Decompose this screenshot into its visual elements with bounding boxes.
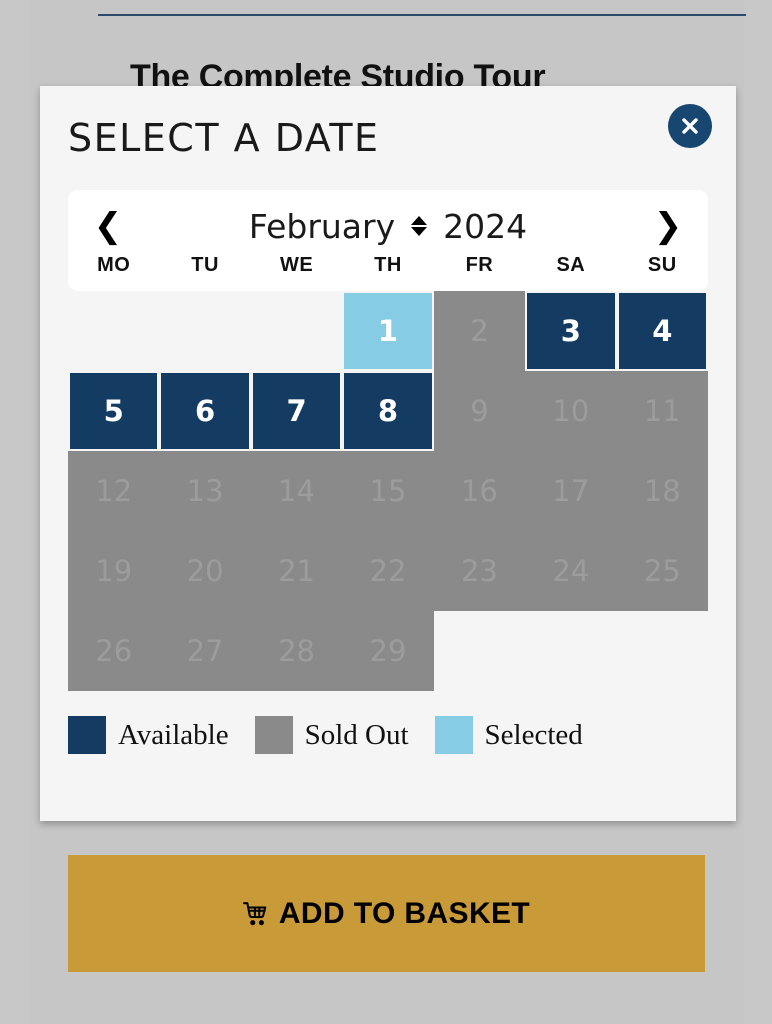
calendar-day-16: 16 [433,451,526,531]
calendar-day-1[interactable]: 1 [342,291,434,371]
calendar-day-24: 24 [525,531,617,611]
next-month-icon[interactable]: ❯ [646,209,690,243]
legend-item-sold-out: Sold Out [254,716,409,754]
calendar-day-20: 20 [159,531,251,611]
select-date-modal: SELECT A DATE ❮ February 2024 ❯ MO TU WE… [40,86,736,821]
day-of-week-tu: TU [191,254,219,276]
day-of-week-sa: SA [556,254,586,276]
calendar-nav: ❮ February 2024 ❯ [68,198,708,254]
calendar-day-18: 18 [616,451,708,531]
triangle-up-icon [411,216,428,225]
calendar-cell-empty [617,611,708,691]
calendar-day-5[interactable]: 5 [68,371,160,451]
calendar-day-15: 15 [342,451,434,531]
legend-swatch-available [68,716,106,754]
calendar-day-grid: 1 2 3 4 5 6 7 8 9 10 11 12 13 14 15 16 17 18 19 20 21 22 23 24 2… [68,291,708,691]
calendar-cell-empty [159,291,250,371]
calendar-day-4[interactable]: 4 [616,291,708,371]
page-root: The Complete Studio Tour ADD TO BASKET S… [0,0,772,1024]
legend-item-available: Available [68,716,229,754]
calendar-day-9: 9 [433,371,526,451]
calendar-day-12: 12 [68,451,160,531]
calendar-day-22: 22 [342,531,434,611]
calendar-legend: Available Sold Out Selected [68,716,583,754]
calendar-cell-empty [251,291,342,371]
page-divider-rule [98,14,746,16]
day-of-week-fr: FR [465,254,494,276]
add-to-basket-label: ADD TO BASKET [278,896,531,930]
add-to-basket-button[interactable]: ADD TO BASKET [68,855,705,972]
legend-swatch-selected [434,716,473,754]
close-icon[interactable] [668,104,712,148]
prev-month-icon[interactable]: ❮ [86,209,130,243]
calendar-day-29: 29 [342,611,434,691]
calendar-day-19: 19 [68,531,160,611]
calendar: ❮ February 2024 ❯ MO TU WE TH FR SA SU 1234567… [68,190,708,691]
month-year-display: February 2024 [249,207,527,246]
calendar-day-3[interactable]: 3 [525,291,617,371]
calendar-cell-empty [525,611,616,691]
calendar-cell-empty [434,611,525,691]
calendar-day-17: 17 [525,451,617,531]
calendar-day-27: 27 [159,611,251,691]
calendar-day-14: 14 [250,451,343,531]
day-of-week-th: TH [374,254,402,276]
day-of-week-su: SU [647,254,677,276]
calendar-cell-empty [68,291,159,371]
calendar-day-26: 26 [68,611,160,691]
calendar-day-6[interactable]: 6 [159,371,251,451]
legend-item-selected: Selected [434,716,583,754]
calendar-day-13: 13 [159,451,251,531]
calendar-day-25: 25 [616,531,708,611]
month-label: February [248,206,396,246]
calendar-day-23: 23 [433,531,526,611]
legend-label: Available [118,718,229,751]
day-of-week-we: WE [279,254,314,276]
shopping-cart-icon [242,901,269,927]
calendar-day-8[interactable]: 8 [342,371,434,451]
calendar-header-card: ❮ February 2024 ❯ MO TU WE TH FR SA SU [68,190,708,291]
year-label: 2024 [443,206,528,246]
triangle-down-icon [411,227,428,236]
calendar-day-11: 11 [616,371,708,451]
calendar-day-28: 28 [250,611,343,691]
calendar-day-21: 21 [250,531,343,611]
calendar-day-2: 2 [433,291,526,371]
calendar-day-10: 10 [525,371,617,451]
modal-title: SELECT A DATE [68,116,380,160]
legend-swatch-sold-out [254,716,293,754]
sort-updown-icon[interactable] [411,216,428,236]
legend-label: Sold Out [304,718,409,751]
day-of-week-header: MO TU WE TH FR SA SU [68,254,708,277]
day-of-week-mo: MO [97,254,131,276]
calendar-day-7[interactable]: 7 [250,371,343,451]
legend-label: Selected [484,718,583,751]
